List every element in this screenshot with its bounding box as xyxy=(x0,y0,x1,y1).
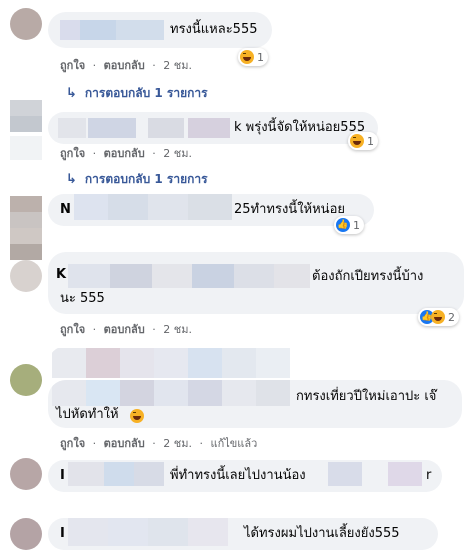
like-link[interactable]: ถูกใจ xyxy=(60,147,85,160)
comment-text-line2: ไปหัดทำให้ xyxy=(56,407,119,422)
comment-bubble: กทรงเที่ยวปีใหม่เอาปะ เจ๊ ไปหัดทำให้ xyxy=(48,380,462,428)
redacted-author xyxy=(68,518,108,546)
comment-actions: ถูกใจ · ตอบกลับ · 2 ชม. · แก้ไขแล้ว xyxy=(60,437,258,450)
avatar[interactable] xyxy=(10,260,42,292)
reply-link[interactable]: ตอบกลับ xyxy=(104,437,145,450)
comment-bubble: I พี่ทำทรงนี้เลยไปงานน้อง r xyxy=(48,460,442,492)
reply-arrow-icon: ↳ xyxy=(66,86,77,101)
redacted-text xyxy=(328,462,362,486)
redacted-author xyxy=(86,380,120,406)
comment-text-tail: r xyxy=(426,468,432,483)
comment-actions: ถูกใจ · ตอบกลับ · 2 ชม. xyxy=(60,59,192,72)
comment-text-line1: ต้องถักเปียทรงนี้บ้าง xyxy=(312,269,424,284)
redacted-author xyxy=(74,194,108,220)
avatar[interactable] xyxy=(10,196,42,228)
redacted-author xyxy=(108,194,148,220)
comment-text-line2: นะ 555 xyxy=(60,291,105,306)
like-link[interactable]: ถูกใจ xyxy=(60,59,85,72)
redacted-author xyxy=(120,348,154,378)
redacted-author xyxy=(134,462,164,486)
redacted-author xyxy=(234,264,274,288)
redacted-author xyxy=(80,20,116,40)
redacted-author xyxy=(274,264,310,288)
redacted-author xyxy=(88,118,136,138)
redacted-author xyxy=(188,118,230,138)
comment-text: ทรงนี้แหละ555 xyxy=(170,22,258,37)
haha-icon xyxy=(431,310,445,324)
redacted-author xyxy=(58,118,86,138)
avatar[interactable] xyxy=(10,518,42,550)
like-icon: 👍 xyxy=(336,218,350,232)
comment-text: k พรุ่งนี้จัดให้หน่อย555 xyxy=(234,120,366,135)
reply-arrow-icon: ↳ xyxy=(66,172,77,187)
reaction-summary[interactable]: 1 xyxy=(348,132,378,150)
redacted-author xyxy=(148,194,188,220)
redacted-author xyxy=(256,348,290,378)
timestamp[interactable]: 2 ชม. xyxy=(163,323,192,336)
redacted-author xyxy=(52,348,86,378)
comment-actions: ถูกใจ · ตอบกลับ · 2 ชม. xyxy=(60,323,192,336)
haha-icon xyxy=(240,50,254,64)
redacted-author xyxy=(116,20,164,40)
view-replies-link[interactable]: ↳ การตอบกลับ 1 รายการ xyxy=(66,170,208,189)
comment-author-initial[interactable]: I xyxy=(60,525,65,543)
like-link[interactable]: ถูกใจ xyxy=(60,437,85,450)
redacted-author xyxy=(120,380,154,406)
redacted-author xyxy=(52,380,86,406)
redacted-author xyxy=(108,518,148,546)
reaction-summary[interactable]: 👍 2 xyxy=(418,308,459,326)
redacted-author xyxy=(154,380,188,406)
redacted-author xyxy=(60,20,80,40)
haha-emoji xyxy=(130,409,144,423)
comment-author-initial[interactable]: I xyxy=(60,467,65,485)
comment-bubble: ทรงนี้แหละ555 xyxy=(48,12,272,48)
comment-bubble: K ต้องถักเปียทรงนี้บ้าง นะ 555 xyxy=(48,252,464,314)
edited-label[interactable]: แก้ไขแล้ว xyxy=(210,437,257,450)
comment-text-line1: กทรงเที่ยวปีใหม่เอาปะ เจ๊ xyxy=(296,389,437,404)
comment-text: 25ทำทรงนี้ให้หน่อย xyxy=(234,202,345,217)
avatar xyxy=(10,128,42,160)
redacted-author xyxy=(68,462,104,486)
redacted-author xyxy=(148,118,184,138)
redacted-author xyxy=(154,348,188,378)
comment-bubble: N 25ทำทรงนี้ให้หน่อย xyxy=(48,194,374,226)
haha-icon xyxy=(350,134,364,148)
redacted-author xyxy=(188,348,222,378)
redacted-author xyxy=(110,264,152,288)
comment-author-initial[interactable]: N xyxy=(60,201,71,219)
comment-text: พี่ทำทรงนี้เลยไปงานน้อง xyxy=(170,468,306,483)
redacted-author xyxy=(192,264,234,288)
redacted-author xyxy=(222,380,256,406)
redacted-author xyxy=(188,380,222,406)
reaction-summary[interactable]: 1 xyxy=(238,48,268,66)
comment-actions: ถูกใจ · ตอบกลับ · 2 ชม. xyxy=(60,147,192,160)
redacted-author xyxy=(68,264,110,288)
timestamp[interactable]: 2 ชม. xyxy=(163,437,192,450)
avatar[interactable] xyxy=(10,364,42,396)
redacted-author xyxy=(256,380,290,406)
comment-bubble: k พรุ่งนี้จัดให้หน่อย555 xyxy=(48,112,378,144)
redacted-author xyxy=(188,194,232,220)
redacted-author xyxy=(148,518,188,546)
view-replies-link[interactable]: ↳ การตอบกลับ 1 รายการ xyxy=(66,84,208,103)
redacted-author xyxy=(222,348,256,378)
redacted-author xyxy=(86,348,120,378)
comment-author-initial[interactable]: K xyxy=(56,266,66,284)
avatar[interactable] xyxy=(10,8,42,40)
reply-link[interactable]: ตอบกลับ xyxy=(104,323,145,336)
redacted-author xyxy=(188,518,228,546)
reply-link[interactable]: ตอบกลับ xyxy=(104,147,145,160)
comment-bubble: I ได้ทรงผมไปงานเลี้ยงยัง555 xyxy=(48,518,438,550)
reply-link[interactable]: ตอบกลับ xyxy=(104,59,145,72)
reaction-summary[interactable]: 👍 1 xyxy=(334,216,364,234)
redacted-text xyxy=(388,462,422,486)
redacted-author xyxy=(104,462,134,486)
avatar[interactable] xyxy=(10,228,42,260)
comment-text: ได้ทรงผมไปงานเลี้ยงยัง555 xyxy=(244,526,400,541)
timestamp[interactable]: 2 ชม. xyxy=(163,59,192,72)
avatar[interactable] xyxy=(10,458,42,490)
like-link[interactable]: ถูกใจ xyxy=(60,323,85,336)
timestamp[interactable]: 2 ชม. xyxy=(163,147,192,160)
redacted-author xyxy=(152,264,192,288)
